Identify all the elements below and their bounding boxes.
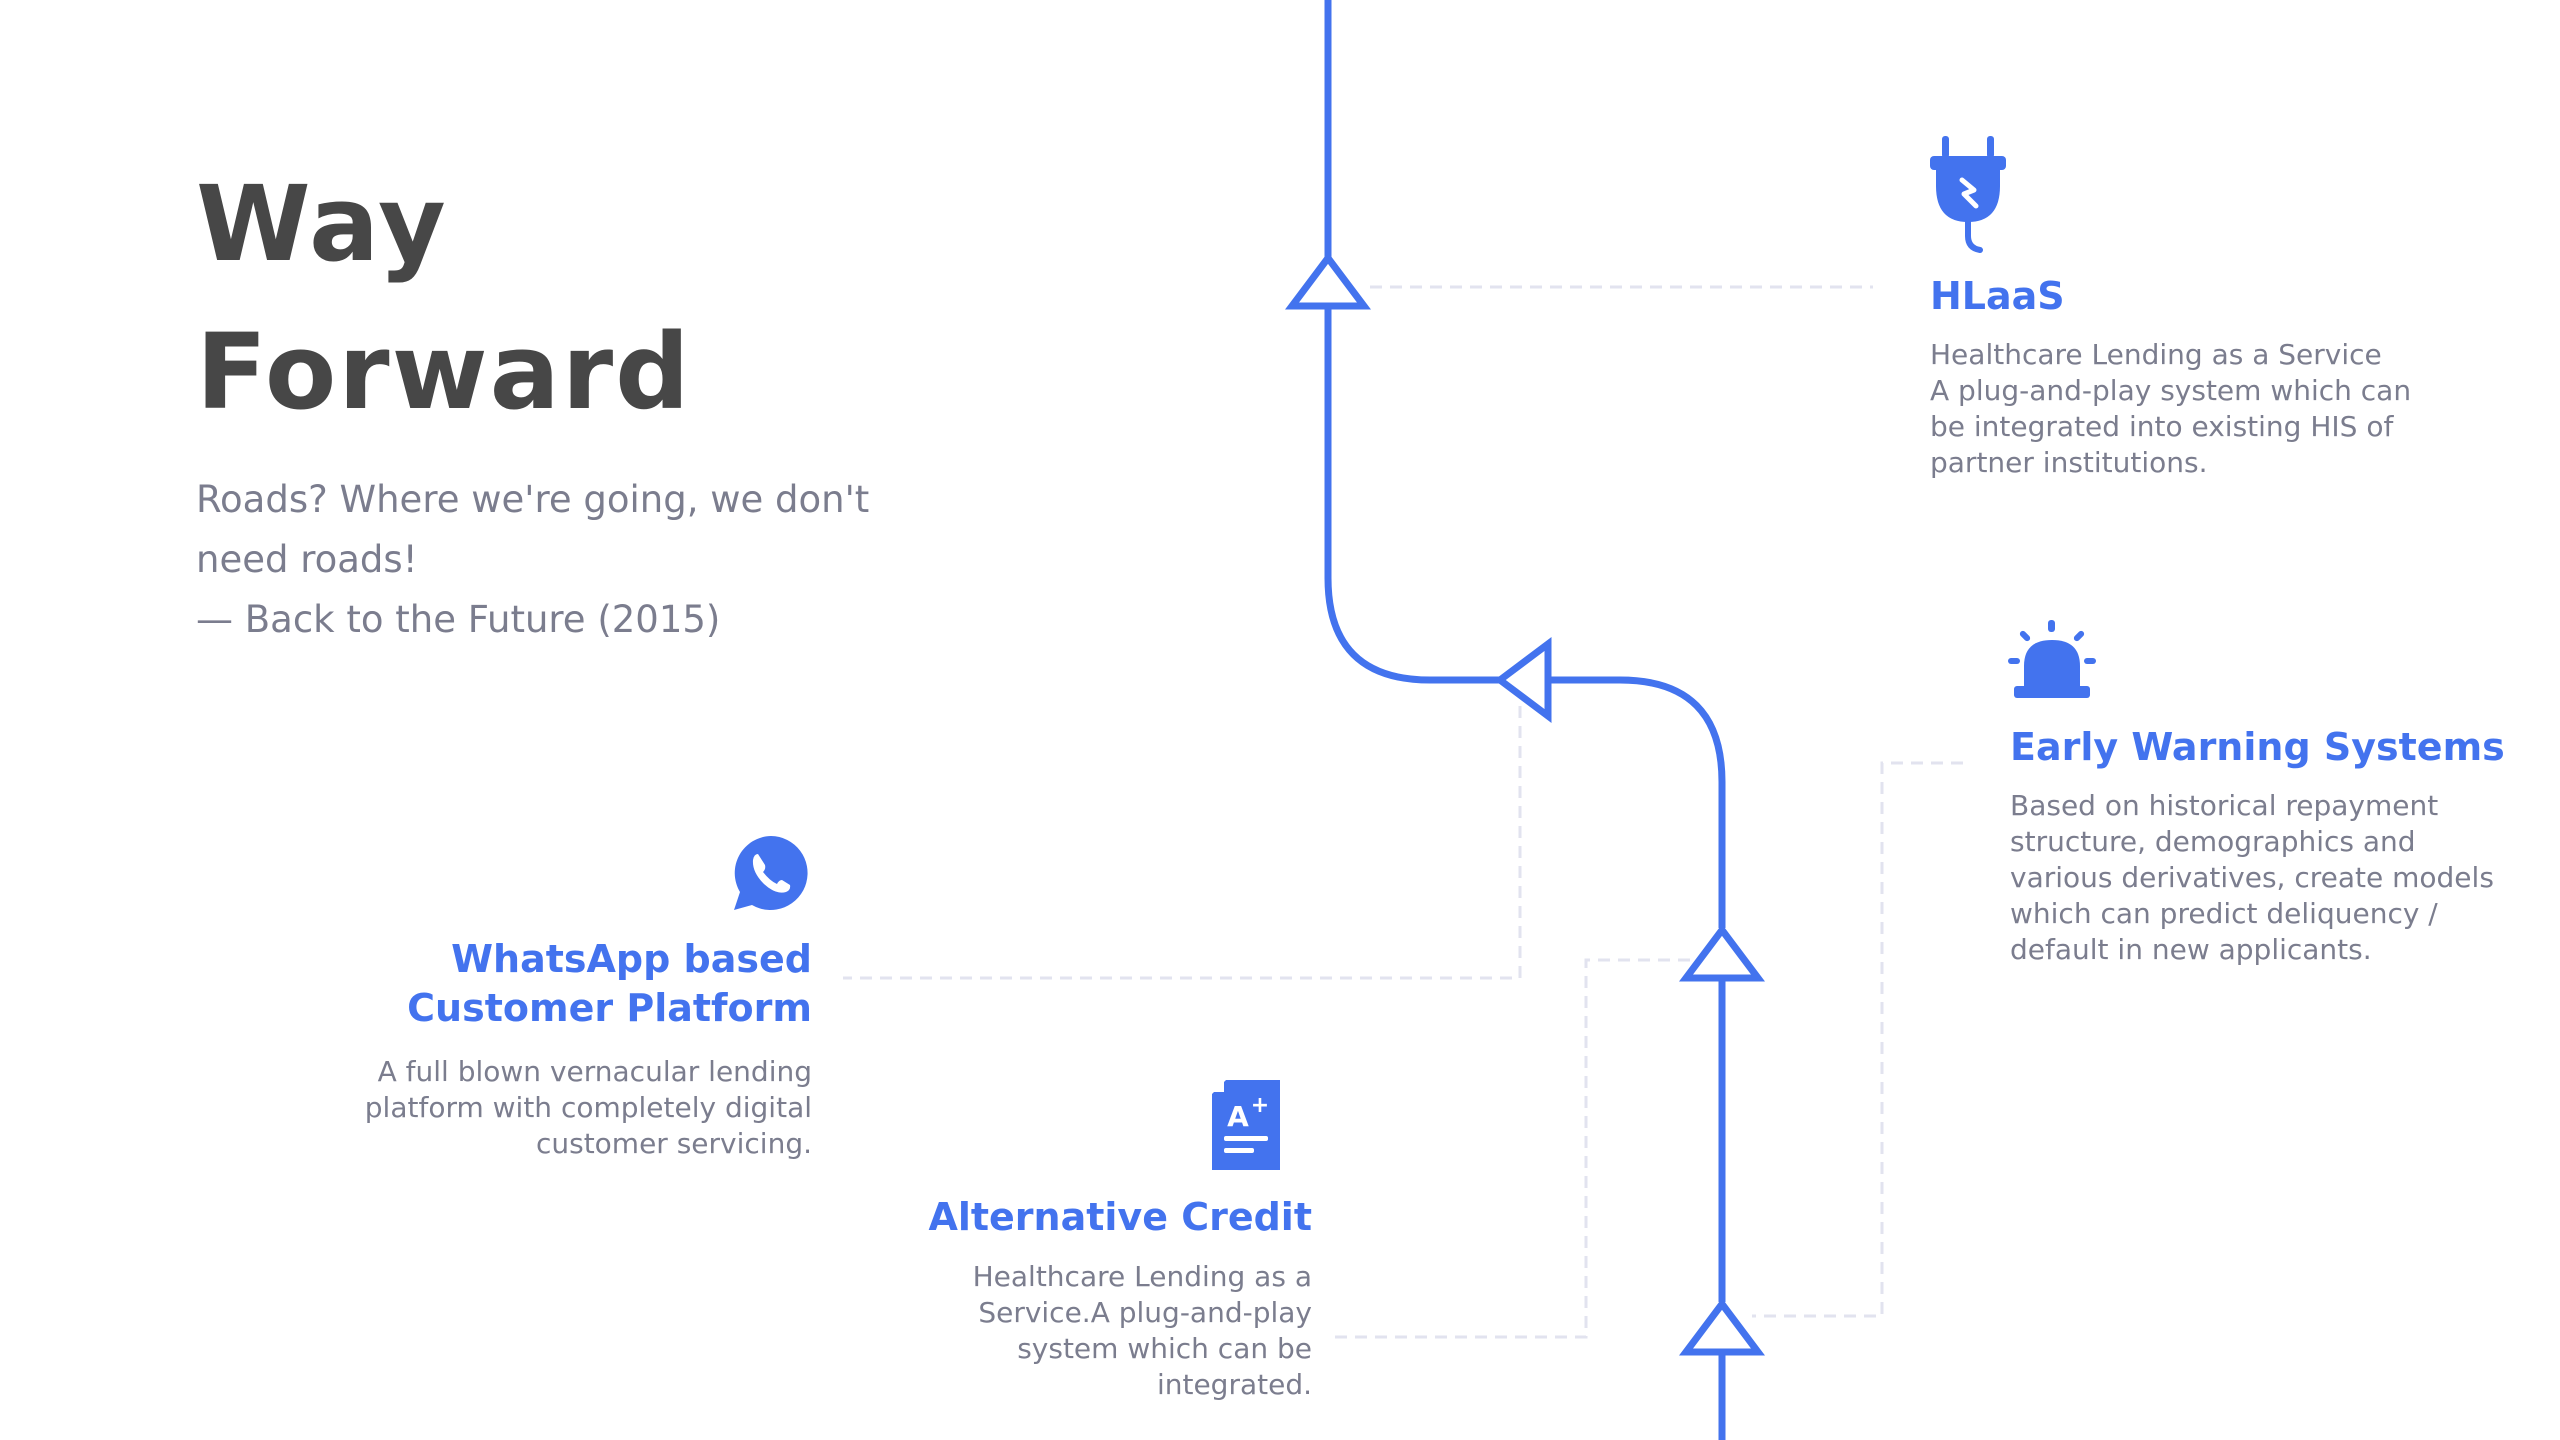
whatsapp-title: WhatsApp based Customer Platform	[300, 935, 812, 1033]
page-title-line-2: Forward	[196, 311, 692, 433]
early-warning-description-line: Based on historical repayment	[2010, 789, 2439, 822]
alt-credit-description-line: system which can be	[1017, 1332, 1312, 1365]
road-line-upper	[1324, 0, 1500, 684]
alt-credit-description-line: Service.A plug-and-play	[978, 1296, 1312, 1329]
whatsapp-icon	[734, 836, 808, 910]
whatsapp-title-line-1: WhatsApp based	[451, 937, 812, 981]
whatsapp-description-line: customer servicing.	[535, 1127, 812, 1160]
early-warning-description: Based on historical repayment structure,…	[2010, 788, 2494, 968]
alt-credit-description-line: Healthcare Lending as a	[972, 1260, 1312, 1293]
svg-text:+: +	[1251, 1093, 1269, 1118]
connector-alt-credit	[1333, 958, 1690, 1339]
early-warning-description-line: which can predict deliquency /	[2010, 897, 2438, 930]
hlaas-description: Healthcare Lending as a Service A plug-a…	[1930, 337, 2411, 481]
page-title-line-1: Way	[196, 163, 448, 285]
plug-icon	[1930, 136, 2006, 253]
page-title: Way Forward	[196, 150, 692, 446]
alt-credit-description: Healthcare Lending as a Service.A plug-a…	[872, 1259, 1312, 1403]
svg-text:A: A	[1227, 1100, 1249, 1133]
hlaas-description-line: be integrated into existing HIS of	[1930, 410, 2394, 443]
connector-whatsapp	[843, 706, 1522, 980]
hlaas-title: HLaaS	[1930, 274, 2065, 318]
hlaas-description-line: partner institutions.	[1930, 446, 2208, 479]
early-warning-description-line: default in new applicants.	[2010, 933, 2372, 966]
quote: Roads? Where we're going, we don't need …	[196, 470, 956, 650]
arrow-up-top	[1285, 252, 1371, 310]
road-line-lower	[1550, 676, 1726, 1440]
alt-credit-title: Alternative Credit	[928, 1195, 1312, 1239]
arrow-up-bottom	[1679, 1298, 1765, 1356]
quote-line-2: need roads!	[196, 538, 418, 581]
siren-icon	[2008, 620, 2096, 698]
credit-document-icon: A +	[1212, 1080, 1280, 1170]
hlaas-description-line: Healthcare Lending as a Service	[1930, 338, 2382, 371]
quote-attribution: — Back to the Future (2015)	[196, 598, 721, 641]
whatsapp-description: A full blown vernacular lending platform…	[212, 1054, 812, 1162]
way-forward-slide: Way Forward Roads? Where we're going, we…	[0, 0, 2560, 1440]
arrow-up-middle	[1679, 924, 1765, 982]
early-warning-title: Early Warning Systems	[2010, 725, 2505, 769]
hlaas-description-line: A plug-and-play system which can	[1930, 374, 2412, 407]
early-warning-description-line: various derivatives, create models	[2010, 861, 2494, 894]
arrow-left-junction	[1494, 637, 1552, 723]
alt-credit-description-line: integrated.	[1156, 1368, 1312, 1401]
whatsapp-description-line: platform with completely digital	[364, 1091, 812, 1124]
early-warning-description-line: structure, demographics and	[2010, 825, 2416, 858]
connector-early-warning	[1752, 761, 1963, 1318]
whatsapp-title-line-2: Customer Platform	[407, 986, 812, 1030]
whatsapp-description-line: A full blown vernacular lending	[377, 1055, 812, 1088]
quote-line-1: Roads? Where we're going, we don't	[196, 478, 870, 521]
